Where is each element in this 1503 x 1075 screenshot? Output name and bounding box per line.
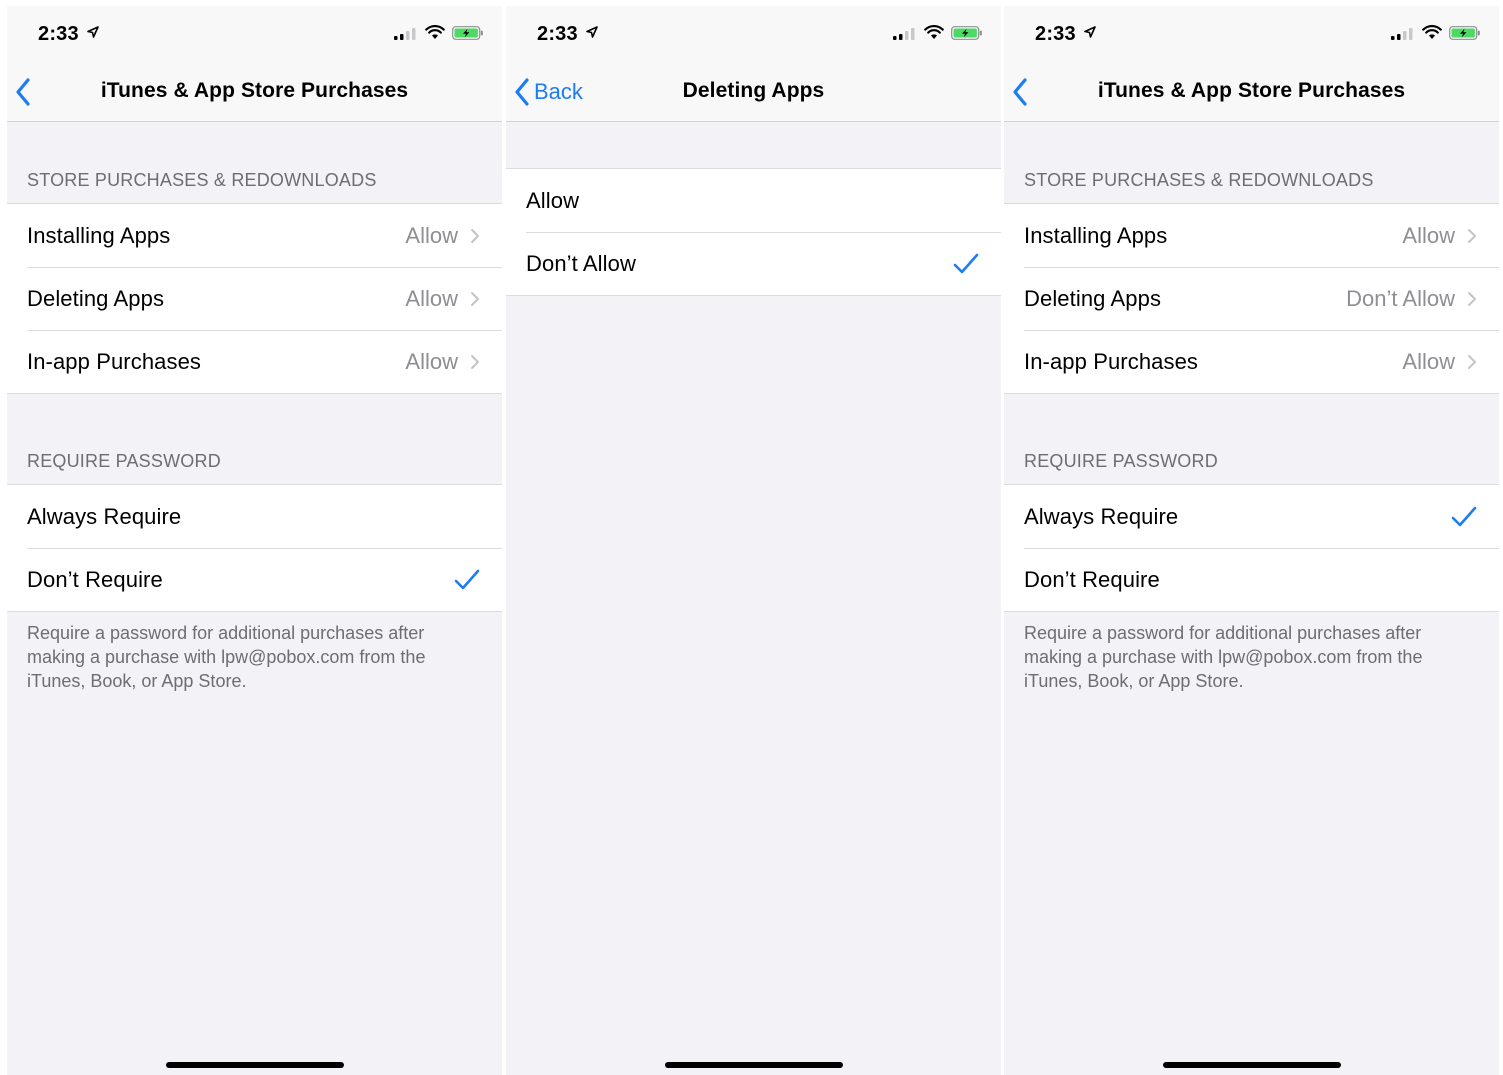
row-label: In-app Purchases (27, 348, 202, 374)
wifi-icon (924, 25, 944, 39)
row-label: Deleting Apps (1024, 285, 1162, 311)
section-footer-text: Require a password for additional purcha… (27, 623, 426, 691)
status-bar: 2:33 (506, 6, 1001, 62)
row-dont-require[interactable]: Don’t Require (1004, 548, 1499, 611)
section-header-store-purchases: STORE PURCHASES & REDOWNLOADS (1024, 170, 1374, 190)
chevron-right-icon (1468, 228, 1476, 243)
wifi-icon (1422, 25, 1442, 39)
battery-charging-icon (452, 26, 483, 40)
status-time: 2:33 (1035, 23, 1076, 45)
require-password-group: Always Require Don’t Require (7, 484, 502, 612)
row-label: Installing Apps (27, 222, 171, 248)
row-always-require[interactable]: Always Require (1004, 485, 1499, 548)
checkmark-icon (953, 253, 979, 273)
row-label: Don’t Allow (526, 250, 636, 276)
screen-itunes-purchases-before: 2:33 iTunes & App Store Purchases STORE … (7, 6, 502, 1075)
row-value: Allow (1402, 222, 1455, 248)
row-in-app-purchases[interactable]: In-app Purchases Allow (1004, 330, 1499, 393)
row-value: Allow (405, 222, 458, 248)
screen-deleting-apps: 2:33 Back Deleting Apps Allow Don’t Allo… (506, 6, 1001, 1075)
section-footer-text: Require a password for additional purcha… (1024, 623, 1423, 691)
screen-itunes-purchases-after: 2:33 iTunes & App Store Purchases STORE … (1004, 6, 1499, 1075)
row-label: Don’t Require (27, 566, 163, 592)
navigation-bar: Back Deleting Apps (506, 62, 1001, 122)
chevron-right-icon (471, 354, 479, 369)
navigation-bar: iTunes & App Store Purchases (7, 62, 502, 122)
row-value: Allow (405, 348, 458, 374)
row-label: In-app Purchases (1024, 348, 1199, 374)
status-time: 2:33 (38, 23, 79, 45)
row-in-app-purchases[interactable]: In-app Purchases Allow (7, 330, 502, 393)
chevron-right-icon (471, 228, 479, 243)
require-password-group: Always Require Don’t Require (1004, 484, 1499, 612)
battery-charging-icon (951, 26, 982, 40)
row-value: Allow (1402, 348, 1455, 374)
row-installing-apps[interactable]: Installing Apps Allow (7, 204, 502, 267)
page-title: Deleting Apps (682, 79, 825, 102)
row-dont-allow[interactable]: Don’t Allow (506, 232, 1001, 295)
location-arrow-icon (87, 26, 99, 38)
row-label: Always Require (27, 503, 182, 529)
location-arrow-icon (1084, 26, 1096, 38)
store-purchases-group: Installing Apps Allow Deleting Apps Don’… (1004, 203, 1499, 394)
section-header-require-password: REQUIRE PASSWORD (1024, 451, 1218, 471)
checkmark-icon (1451, 506, 1477, 526)
home-indicator[interactable] (166, 1062, 344, 1068)
location-arrow-icon (586, 26, 598, 38)
store-purchases-group: Installing Apps Allow Deleting Apps Allo… (7, 203, 502, 394)
row-value: Allow (405, 285, 458, 311)
row-allow[interactable]: Allow (506, 169, 1001, 232)
chevron-right-icon (1468, 354, 1476, 369)
chevron-right-icon (471, 291, 479, 306)
row-installing-apps[interactable]: Installing Apps Allow (1004, 204, 1499, 267)
navigation-bar: iTunes & App Store Purchases (1004, 62, 1499, 122)
status-bar: 2:33 (1004, 6, 1499, 62)
deleting-apps-options-group: Allow Don’t Allow (506, 168, 1001, 296)
cellular-signal-icon (1391, 28, 1413, 40)
status-time: 2:33 (537, 23, 578, 45)
section-header-require-password: REQUIRE PASSWORD (27, 451, 221, 471)
status-bar: 2:33 (7, 6, 502, 62)
battery-charging-icon (1449, 26, 1480, 40)
row-label: Deleting Apps (27, 285, 165, 311)
home-indicator[interactable] (1163, 1062, 1341, 1068)
row-label: Always Require (1024, 503, 1179, 529)
chevron-right-icon (1468, 291, 1476, 306)
page-title: iTunes & App Store Purchases (1097, 79, 1406, 102)
checkmark-icon (454, 569, 480, 589)
row-deleting-apps[interactable]: Deleting Apps Allow (7, 267, 502, 330)
row-dont-require[interactable]: Don’t Require (7, 548, 502, 611)
cellular-signal-icon (394, 28, 416, 40)
cellular-signal-icon (893, 28, 915, 40)
row-label: Don’t Require (1024, 566, 1160, 592)
row-label: Installing Apps (1024, 222, 1168, 248)
section-header-store-purchases: STORE PURCHASES & REDOWNLOADS (27, 170, 377, 190)
wifi-icon (425, 25, 445, 39)
home-indicator[interactable] (665, 1062, 843, 1068)
row-deleting-apps[interactable]: Deleting Apps Don’t Allow (1004, 267, 1499, 330)
page-title: iTunes & App Store Purchases (100, 79, 409, 102)
row-value: Don’t Allow (1346, 285, 1455, 311)
row-label: Allow (526, 187, 580, 213)
row-always-require[interactable]: Always Require (7, 485, 502, 548)
